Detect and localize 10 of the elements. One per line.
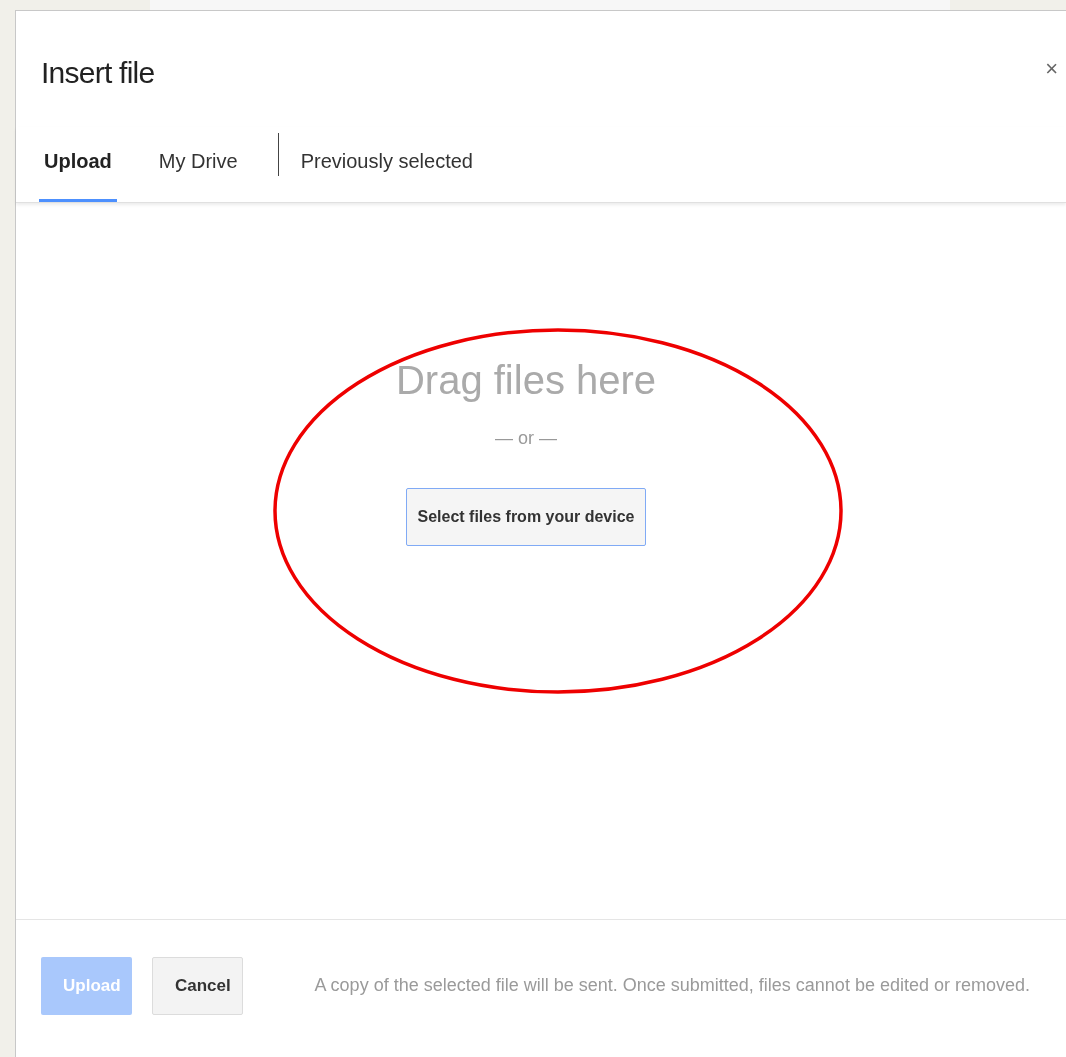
footer-note: A copy of the selected file will be sent. Once submitted, files cannot be edited or removed. bbox=[314, 974, 1030, 997]
drop-heading: Drag files here bbox=[395, 357, 657, 404]
close-button[interactable]: × bbox=[1043, 57, 1060, 81]
tab[interactable]: Upload bbox=[39, 127, 117, 202]
tab[interactable]: My Drive bbox=[156, 127, 240, 202]
cancel-button[interactable]: Cancel bbox=[152, 956, 243, 1015]
tab[interactable]: Previously selected bbox=[298, 127, 475, 202]
select-files-button[interactable]: Select files from your device bbox=[405, 488, 647, 546]
dialog-title: Insert file bbox=[41, 55, 155, 91]
separator-text: — or — bbox=[495, 427, 557, 450]
